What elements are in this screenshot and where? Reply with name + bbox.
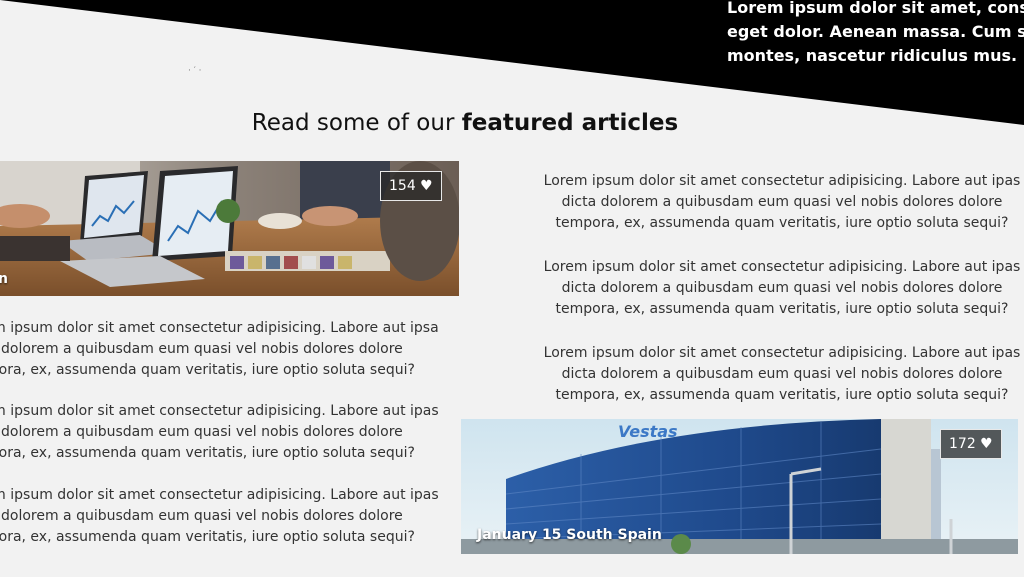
heading-regular: Read some of our — [251, 110, 462, 136]
paragraph-line: tempora, ex, assumenda quam veritatis, i… — [0, 529, 415, 545]
hero-text: Lorem ipsum dolor sit amet, consectetuer… — [727, 0, 1024, 68]
left-paragraph: Lorem ipsum dolor sit amet consectetur a… — [0, 318, 439, 381]
hero-text-line: eget dolor. Aenean massa. Cum sociis nat… — [727, 22, 1024, 41]
article-caption: January 15 South Spain — [477, 527, 662, 543]
right-paragraph: Lorem ipsum dolor sit amet consectetur a… — [543, 345, 1021, 403]
like-count-badge[interactable]: 154 ♥ — [380, 171, 442, 201]
article-image-building[interactable]: Vestas 172 ♥ January 15 South Spain — [461, 419, 1018, 554]
paragraph-line: tempora, ex, assumenda quam veritatis, i… — [0, 445, 415, 461]
paragraph-line: Lorem ipsum dolor sit amet consectetur a… — [0, 320, 439, 336]
paragraph-line: dicta dolorem a quibusdam eum quasi vel … — [0, 508, 403, 524]
heading-bold: featured articles — [461, 110, 679, 136]
paragraph-line: Lorem ipsum dolor sit amet consectetur a… — [0, 487, 439, 503]
paragraph-line: dicta dolorem a quibusdam eum quasi vel … — [0, 424, 403, 440]
building-sign: Vestas — [618, 422, 678, 441]
hero-text-line: montes, nascetur ridiculus mus. Donec qu… — [727, 46, 1024, 65]
paragraph-line: tempora, ex, assumenda quam veritatis, i… — [0, 362, 415, 378]
article-image-office[interactable]: 154 ♥ n — [0, 161, 459, 296]
article-caption: n — [0, 271, 8, 287]
paragraph-line: dicta dolorem a quibusdam eum quasi vel … — [0, 341, 403, 357]
left-paragraph: Lorem ipsum dolor sit amet consectetur a… — [0, 485, 439, 548]
paragraph-line: Lorem ipsum dolor sit amet consectetur a… — [0, 403, 439, 419]
stray-mark: · ′ · — [188, 66, 202, 76]
left-paragraph: Lorem ipsum dolor sit amet consectetur a… — [0, 401, 439, 464]
like-count-badge[interactable]: 172 ♥ — [940, 429, 1002, 459]
section-heading: Read some of our featured articles — [0, 110, 930, 136]
right-paragraph: Lorem ipsum dolor sit amet consectetur a… — [543, 259, 1021, 317]
hero-text-line: Lorem ipsum dolor sit amet, consectetuer… — [727, 0, 1024, 17]
right-paragraph: Lorem ipsum dolor sit amet consectetur a… — [543, 173, 1021, 231]
